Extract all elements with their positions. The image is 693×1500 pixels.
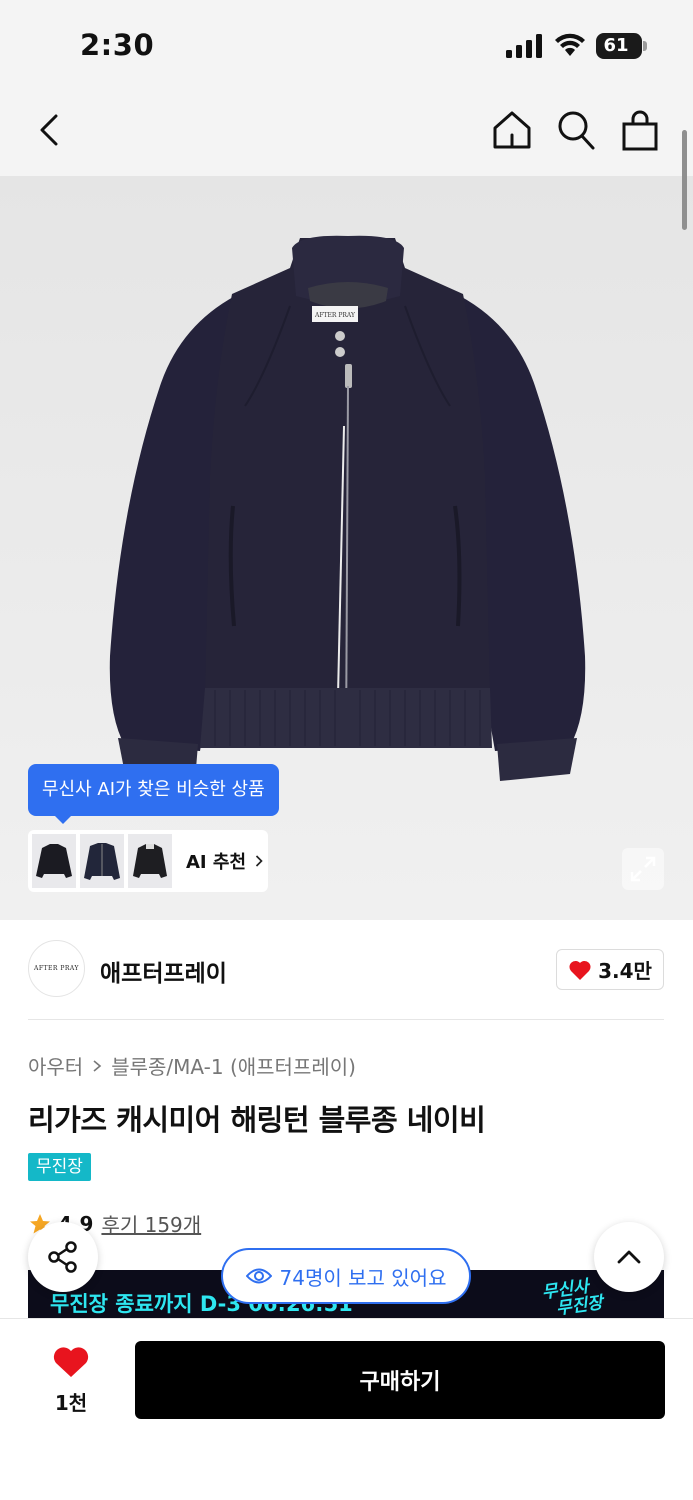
brand-logo-text: AFTER PRAY	[34, 965, 79, 972]
brand-logo[interactable]: AFTER PRAY	[28, 940, 85, 997]
product-title: 리가즈 캐시미어 해링턴 블루종 네이비	[28, 1103, 486, 1137]
brand-name[interactable]: 애프터프레이	[100, 954, 227, 988]
product-image[interactable]: AFTER PRAY 무신사 AI가 찾은 비슷한 상품 AI 추천	[0, 176, 693, 920]
breadcrumb-item[interactable]: 아우터	[28, 1051, 83, 1080]
ai-recommend-label: AI 추천	[186, 852, 247, 873]
chevron-right-icon	[93, 1059, 102, 1072]
status-time: 2:30	[80, 28, 155, 62]
ai-thumb-1[interactable]	[32, 834, 76, 888]
share-icon	[48, 1241, 77, 1273]
promo-logo: 무신사 무진장	[540, 1276, 605, 1320]
ai-thumb-3[interactable]	[128, 834, 172, 888]
chevron-right-icon	[255, 855, 263, 867]
heart-icon	[53, 1347, 89, 1377]
divider	[28, 1019, 664, 1020]
ai-thumb-2[interactable]	[80, 834, 124, 888]
viewers-count-pill: 74명이 보고 있어요	[221, 1248, 471, 1304]
top-nav	[0, 90, 693, 176]
brand-like-button[interactable]: 3.4만	[556, 949, 664, 990]
brand-row[interactable]: AFTER PRAY 애프터프레이 3.4만	[28, 940, 664, 1000]
back-icon[interactable]	[30, 110, 70, 150]
breadcrumb-item[interactable]: 블루종/MA-1 (애프터프레이)	[111, 1051, 356, 1080]
bottom-action-bar: 1천 구매하기	[0, 1318, 693, 1500]
jacket-thumb-icon	[84, 843, 120, 880]
eye-icon	[245, 1268, 272, 1284]
ai-recommend-card[interactable]: AI 추천	[28, 830, 268, 892]
wishlist-button[interactable]: 1천	[40, 1345, 102, 1416]
brand-like-count: 3.4만	[598, 959, 652, 983]
viewers-text: 74명이 보고 있어요	[279, 1265, 447, 1290]
review-link[interactable]: 후기 159개	[101, 1209, 201, 1238]
home-icon[interactable]	[490, 108, 534, 152]
battery-icon: 61	[596, 33, 648, 59]
jacket-thumb-icon	[36, 844, 72, 878]
cellular-signal-icon	[506, 34, 542, 58]
breadcrumb: 아우터 블루종/MA-1 (애프터프레이)	[28, 1051, 356, 1080]
wishlist-count: 1천	[54, 1391, 88, 1415]
scroll-top-button[interactable]	[594, 1222, 664, 1292]
search-icon[interactable]	[556, 108, 596, 152]
cart-icon[interactable]	[618, 108, 662, 152]
chevron-up-icon	[617, 1250, 641, 1264]
wifi-icon	[555, 33, 585, 56]
status-bar: 2:30 61	[0, 0, 693, 90]
heart-icon	[569, 960, 591, 980]
jacket-thumb-icon	[133, 844, 167, 878]
battery-level: 61	[603, 35, 629, 56]
expand-icon[interactable]	[622, 848, 664, 890]
share-button[interactable]	[28, 1222, 98, 1292]
buy-button[interactable]: 구매하기	[135, 1341, 665, 1419]
ai-similar-tooltip[interactable]: 무신사 AI가 찾은 비슷한 상품	[28, 764, 279, 824]
jacket-label: AFTER PRAY	[314, 312, 356, 319]
promo-badge: 무진장	[28, 1153, 91, 1181]
page-scrollbar[interactable]	[682, 130, 687, 230]
